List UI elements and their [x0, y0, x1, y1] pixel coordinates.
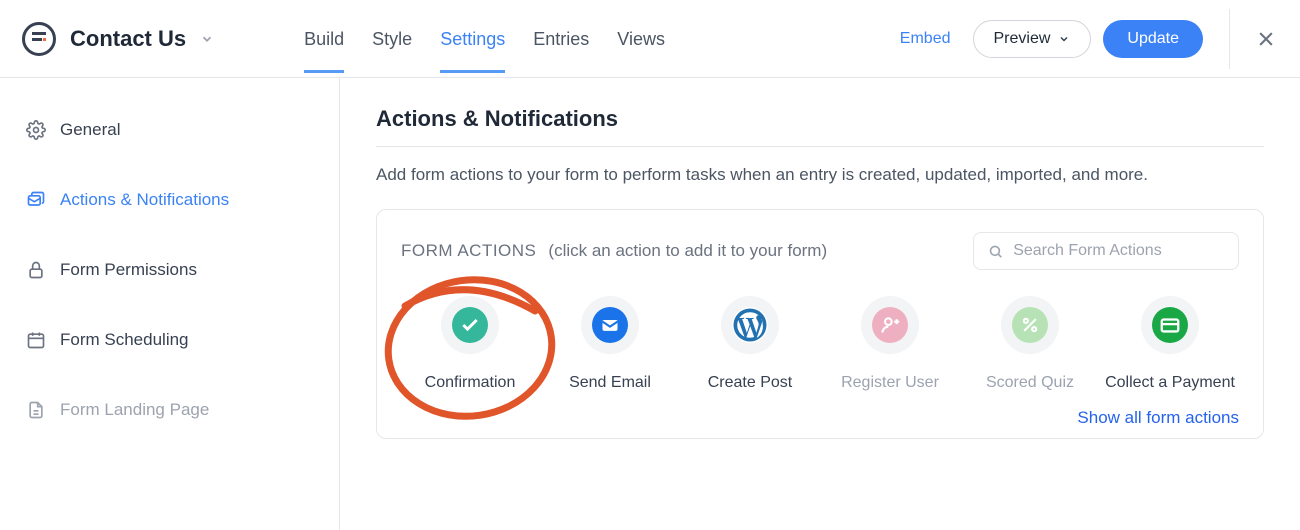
- sidebar-item-label: Form Permissions: [60, 260, 197, 280]
- sidebar-item-label: Actions & Notifications: [60, 190, 229, 210]
- preview-label: Preview: [994, 30, 1051, 48]
- main-content: Actions & Notifications Add form actions…: [340, 78, 1300, 530]
- preview-button[interactable]: Preview: [973, 20, 1092, 58]
- gear-icon: [26, 120, 46, 140]
- sidebar-item-permissions[interactable]: Form Permissions: [0, 246, 339, 294]
- search-actions[interactable]: [973, 232, 1239, 270]
- action-label: Scored Quiz: [986, 372, 1074, 394]
- sidebar-item-general[interactable]: General: [0, 106, 339, 154]
- form-title: Contact Us: [70, 26, 186, 52]
- panel-hint: (click an action to add it to your form): [548, 241, 827, 261]
- action-label: Confirmation: [425, 372, 516, 394]
- wordpress-icon: [732, 307, 768, 343]
- tab-entries[interactable]: Entries: [533, 5, 589, 72]
- notifications-icon: [26, 190, 46, 210]
- sidebar-item-label: General: [60, 120, 120, 140]
- action-confirmation[interactable]: Confirmation: [405, 296, 535, 394]
- tab-style[interactable]: Style: [372, 5, 412, 72]
- app-logo: [22, 22, 56, 56]
- divider: [1229, 9, 1230, 69]
- action-scored-quiz[interactable]: Scored Quiz: [965, 296, 1095, 394]
- close-icon: [1256, 29, 1276, 49]
- title-divider: [376, 146, 1264, 147]
- page-icon: [26, 400, 46, 420]
- page-title: Actions & Notifications: [376, 106, 1264, 132]
- sidebar-item-scheduling[interactable]: Form Scheduling: [0, 316, 339, 364]
- top-bar: Contact Us Build Style Settings Entries …: [0, 0, 1300, 78]
- action-label: Collect a Payment: [1105, 372, 1235, 394]
- tab-settings[interactable]: Settings: [440, 5, 505, 72]
- check-icon: [460, 315, 480, 335]
- panel-title: FORM ACTIONS: [401, 241, 536, 261]
- page-description: Add form actions to your form to perform…: [376, 165, 1264, 185]
- action-collect-payment[interactable]: Collect a Payment: [1105, 296, 1235, 394]
- tab-build[interactable]: Build: [304, 5, 344, 72]
- actions-row: Confirmation Send Email Create Post: [401, 290, 1239, 398]
- credit-card-icon: [1159, 314, 1181, 336]
- main-nav: Build Style Settings Entries Views: [304, 5, 665, 72]
- sidebar-item-label: Form Landing Page: [60, 400, 209, 420]
- action-create-post[interactable]: Create Post: [685, 296, 815, 394]
- chevron-down-icon: [1058, 33, 1070, 45]
- sidebar-item-landing[interactable]: Form Landing Page: [0, 386, 339, 434]
- title-dropdown[interactable]: [194, 26, 220, 52]
- action-label: Send Email: [569, 372, 651, 394]
- action-send-email[interactable]: Send Email: [545, 296, 675, 394]
- settings-sidebar: General Actions & Notifications Form Per…: [0, 78, 340, 530]
- show-all-link[interactable]: Show all form actions: [1077, 408, 1239, 427]
- calendar-icon: [26, 330, 46, 350]
- update-button[interactable]: Update: [1103, 20, 1203, 58]
- embed-link[interactable]: Embed: [900, 30, 951, 48]
- form-actions-panel: FORM ACTIONS (click an action to add it …: [376, 209, 1264, 439]
- action-register-user[interactable]: Register User: [825, 296, 955, 394]
- action-label: Register User: [841, 372, 939, 394]
- lock-icon: [26, 260, 46, 280]
- tab-views[interactable]: Views: [617, 5, 665, 72]
- user-plus-icon: [880, 315, 900, 335]
- close-button[interactable]: [1250, 23, 1282, 55]
- search-input[interactable]: [1013, 242, 1224, 260]
- sidebar-item-actions[interactable]: Actions & Notifications: [0, 176, 339, 224]
- action-label: Create Post: [708, 372, 792, 394]
- email-icon: [600, 315, 620, 335]
- percent-icon: [1020, 315, 1040, 335]
- search-icon: [988, 243, 1003, 260]
- sidebar-item-label: Form Scheduling: [60, 330, 189, 350]
